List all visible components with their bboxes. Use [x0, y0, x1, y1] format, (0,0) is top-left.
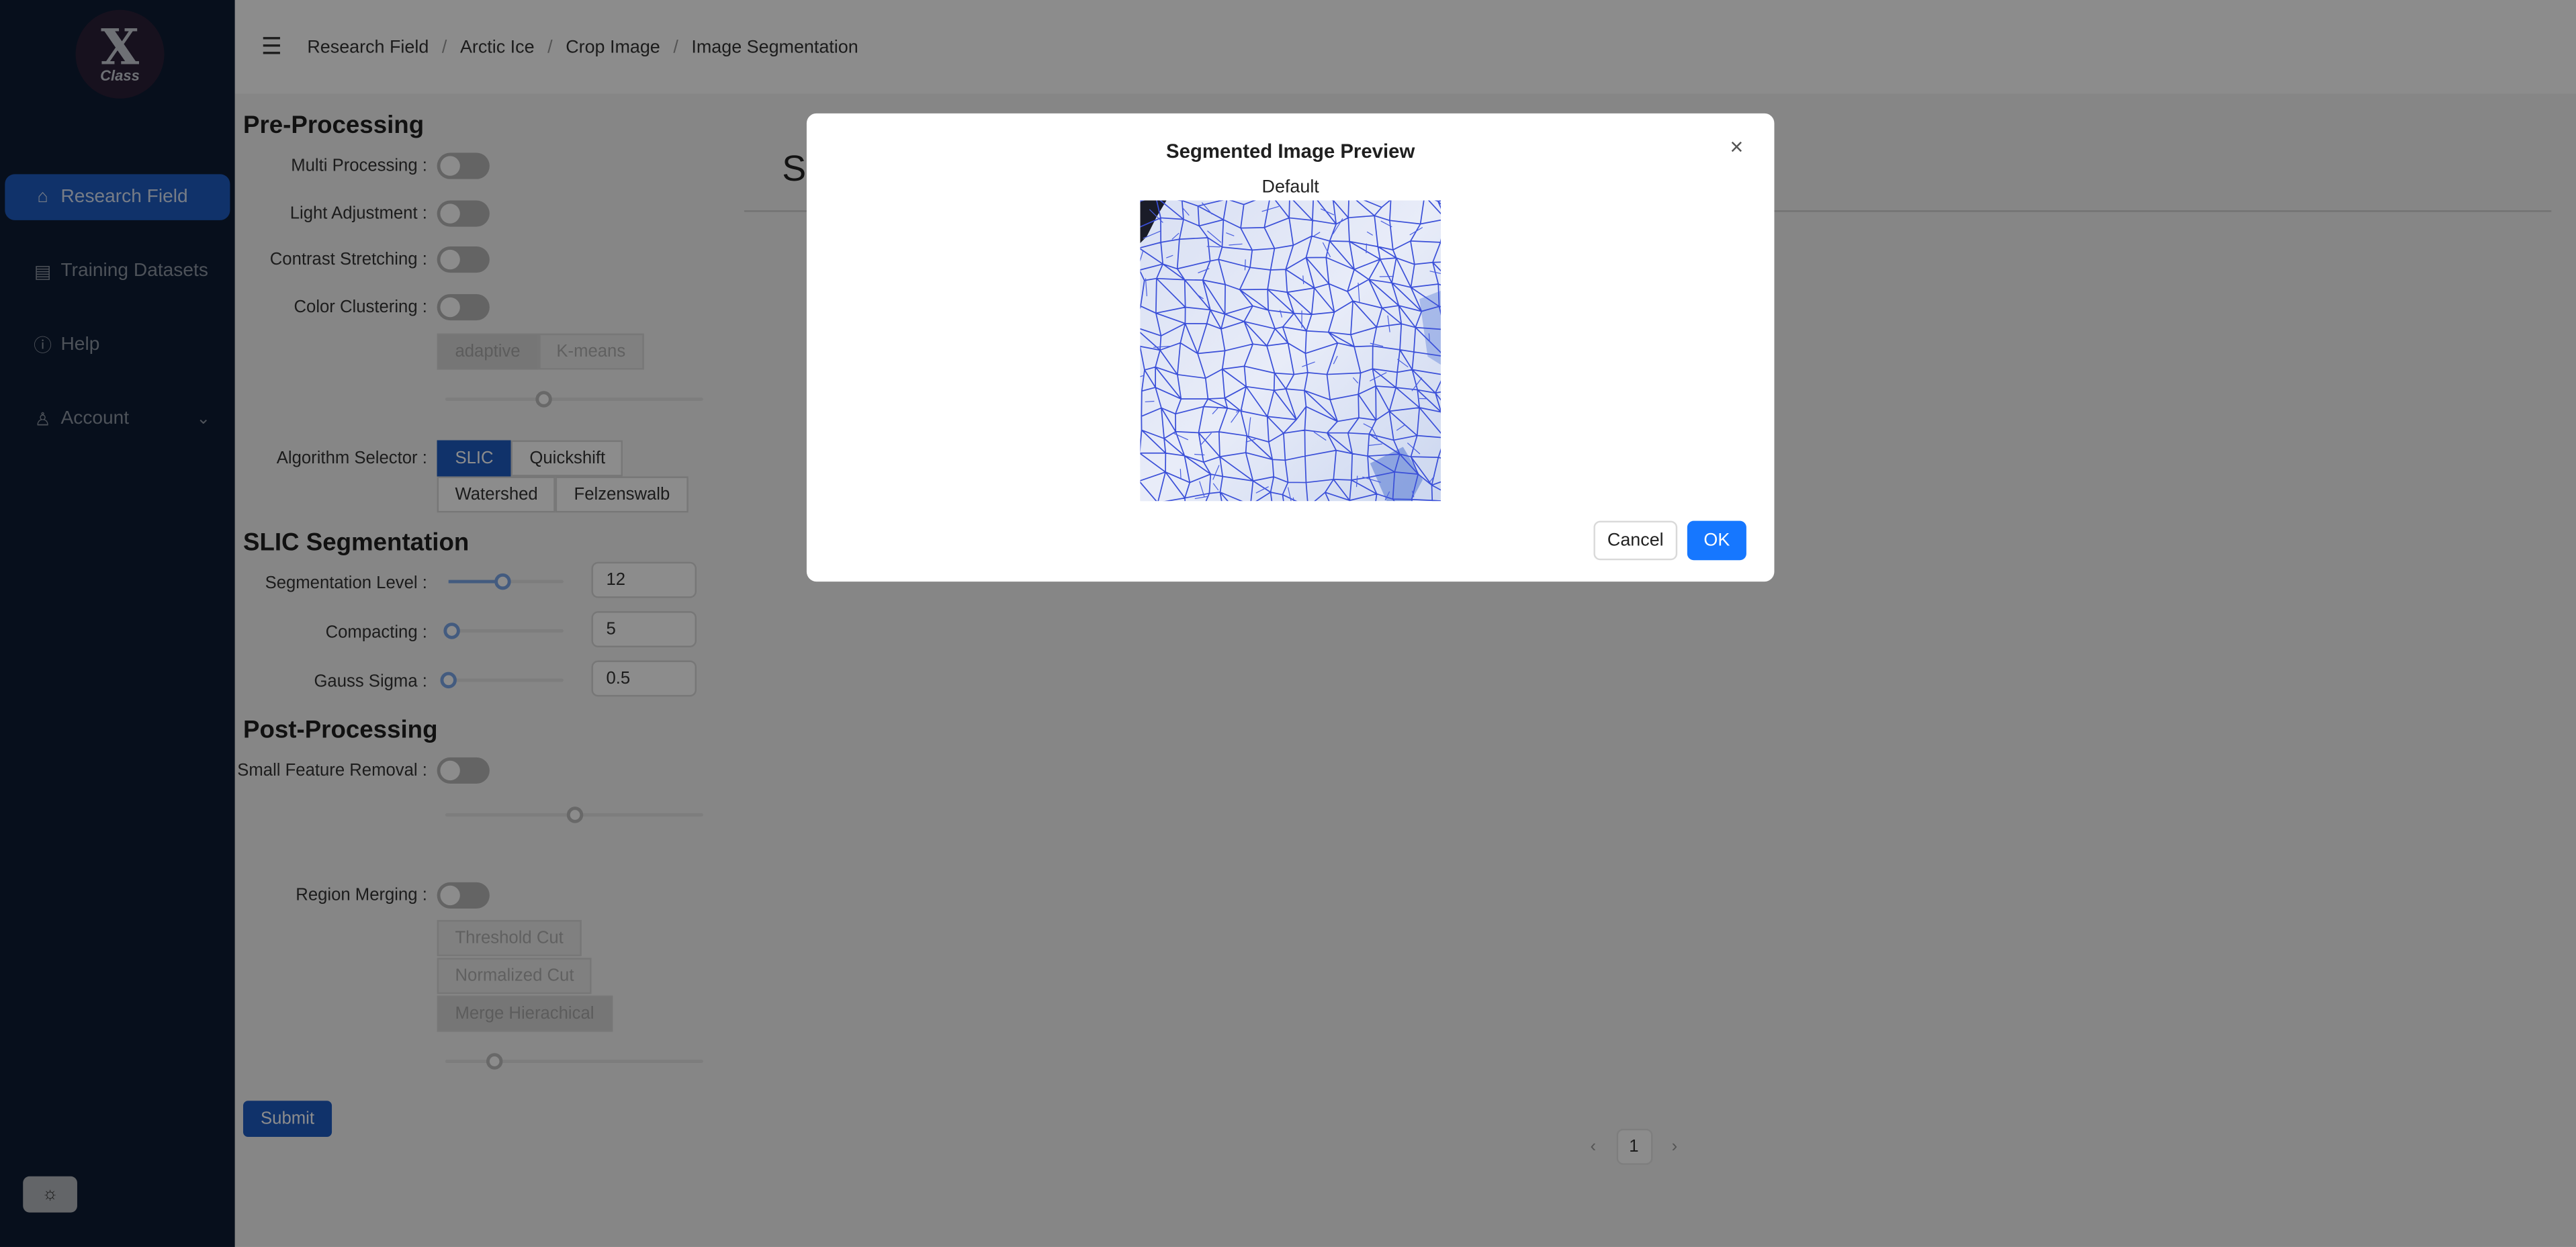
segmented-image — [1140, 200, 1441, 502]
preview-label: Default — [1261, 177, 1319, 197]
cancel-button[interactable]: Cancel — [1593, 520, 1678, 561]
close-icon[interactable]: × — [1730, 133, 1743, 159]
segmented-preview-modal: Segmented Image Preview × Default Cancel — [806, 113, 1775, 582]
ok-button[interactable]: OK — [1687, 520, 1746, 561]
segmented-image-preview — [1140, 200, 1441, 502]
modal-title: Segmented Image Preview — [1166, 139, 1415, 163]
